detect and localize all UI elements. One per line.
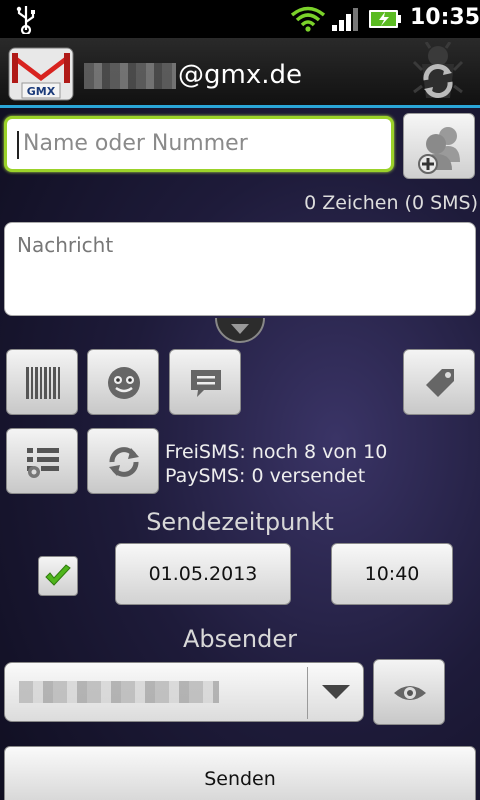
sync-icon[interactable] (412, 42, 464, 106)
sms-options-button[interactable] (6, 428, 78, 494)
barcode-button[interactable] (6, 349, 78, 415)
pay-sms-text: PaySMS: 0 versendet (165, 465, 366, 487)
battery-charging-icon (369, 10, 401, 28)
smiley-button[interactable] (87, 349, 159, 415)
char-count: 0 Zeichen (0 SMS) (304, 192, 478, 214)
list-icon (27, 448, 59, 478)
free-sms-text: FreiSMS: noch 8 von 10 (165, 441, 388, 463)
sender-select[interactable] (4, 662, 364, 722)
send-button[interactable]: Senden (4, 746, 476, 800)
message-template-icon (191, 370, 221, 397)
add-contact-button[interactable] (403, 113, 475, 179)
gmx-logo: GMX (8, 47, 74, 101)
schedule-checkbox[interactable] (38, 556, 78, 596)
usb-icon (16, 6, 35, 34)
show-sender-button[interactable] (373, 659, 445, 725)
refresh-icon (109, 447, 139, 477)
recipient-placeholder: Name oder Nummer (23, 131, 248, 156)
time-button[interactable]: 10:40 (331, 543, 453, 605)
chevron-down-icon (322, 685, 350, 699)
eye-icon (394, 686, 426, 700)
barcode-icon (26, 367, 60, 399)
recipient-input[interactable]: Name oder Nummer (4, 116, 394, 172)
dropdown-arrow[interactable] (307, 667, 363, 719)
tag-button[interactable] (403, 349, 475, 415)
date-button[interactable]: 01.05.2013 (115, 543, 291, 605)
sender-value-redacted (19, 681, 219, 703)
account-domain: @gmx.de (178, 60, 302, 90)
smiley-icon (108, 367, 140, 399)
signal-icon (332, 8, 358, 31)
add-contact-icon (418, 127, 460, 174)
account-name-redacted (84, 63, 176, 89)
sms-quota-info: FreiSMS: noch 8 von 10 PaySMS: 0 versend… (165, 440, 387, 488)
expand-message-button[interactable] (214, 304, 266, 344)
text-cursor (17, 131, 19, 159)
wifi-icon (290, 6, 326, 32)
message-input[interactable]: Nachricht (4, 222, 476, 316)
status-bar: 10:35 (0, 0, 480, 38)
refresh-button[interactable] (87, 428, 159, 494)
tag-icon (426, 369, 454, 397)
message-placeholder: Nachricht (17, 233, 114, 257)
title-bar: GMX @gmx.de (0, 38, 480, 108)
checkmark-icon (45, 564, 71, 586)
message-template-button[interactable] (169, 349, 241, 415)
sender-title: Absender (183, 625, 297, 653)
svg-text:GMX: GMX (27, 85, 56, 98)
schedule-title: Sendezeitpunkt (146, 508, 334, 536)
clock: 10:35 (410, 5, 480, 30)
